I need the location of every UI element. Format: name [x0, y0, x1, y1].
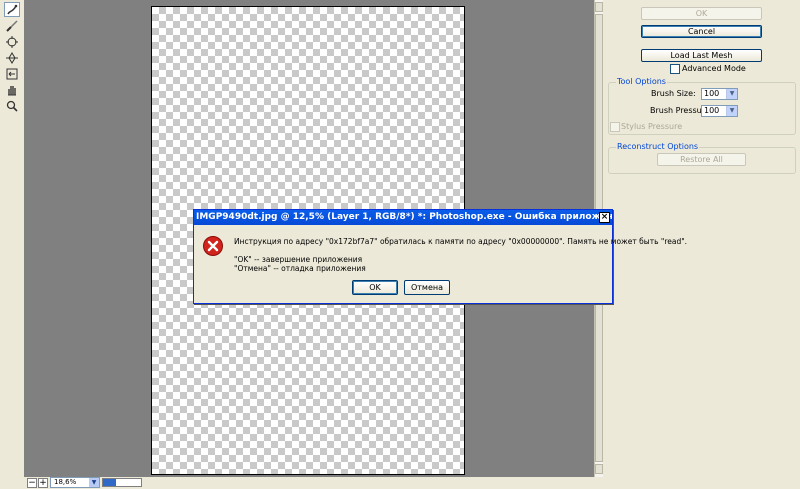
- chevron-down-icon: ▼: [89, 478, 99, 487]
- zoom-tool[interactable]: [4, 98, 20, 113]
- cancel-button[interactable]: Cancel: [641, 25, 762, 38]
- advanced-mode-checkbox[interactable]: [670, 64, 680, 74]
- error-icon: [203, 236, 223, 256]
- pucker-icon: [6, 35, 18, 48]
- tool-palette: [0, 0, 24, 489]
- brush-size-select[interactable]: 100 ▼: [701, 88, 738, 100]
- brush-pressure-select[interactable]: 100 ▼: [701, 105, 738, 117]
- reconstruct-options-title: Reconstruct Options: [616, 142, 700, 151]
- advanced-mode-label: Advanced Mode: [682, 64, 746, 73]
- zoom-in-button[interactable]: +: [38, 478, 48, 488]
- zoom-level-select[interactable]: 18,6% ▼: [50, 477, 100, 488]
- brush-size-value: 100: [704, 89, 720, 98]
- ok-button[interactable]: OK: [641, 7, 762, 20]
- forward-warp-tool[interactable]: [4, 2, 20, 17]
- hand-icon: [8, 85, 16, 95]
- brush-size-label: Brush Size:: [651, 89, 696, 98]
- dialog-ok-button[interactable]: OK: [352, 280, 398, 295]
- stylus-pressure-checkbox[interactable]: [610, 122, 620, 132]
- push-left-tool[interactable]: [4, 66, 20, 81]
- push-left-icon: [6, 68, 18, 79]
- progress-fill: [103, 479, 117, 486]
- dialog-cancel-button[interactable]: Отмена: [404, 280, 450, 295]
- chevron-down-icon: ▼: [726, 106, 737, 116]
- status-bar: − + 18,6% ▼: [24, 477, 604, 489]
- close-button[interactable]: ×: [599, 212, 610, 223]
- brush-pressure-value: 100: [704, 106, 720, 115]
- scroll-down-arrow[interactable]: [595, 464, 603, 474]
- restore-all-button[interactable]: Restore All: [657, 153, 746, 166]
- zoom-level-value: 18,6%: [54, 478, 77, 486]
- load-last-mesh-button[interactable]: Load Last Mesh: [641, 49, 762, 62]
- bloat-icon: [6, 51, 18, 64]
- zoom-out-button[interactable]: −: [27, 478, 37, 488]
- progress-bar: [102, 478, 142, 487]
- chevron-down-icon: ▼: [726, 89, 737, 99]
- bloat-tool[interactable]: [4, 50, 20, 65]
- brush-icon: [6, 19, 18, 32]
- pucker-tool[interactable]: [4, 34, 20, 49]
- close-icon: ×: [600, 212, 609, 222]
- reconstruct-tool[interactable]: [4, 18, 20, 33]
- tool-options-title: Tool Options: [616, 77, 667, 86]
- stylus-pressure-label: Stylus Pressure: [621, 122, 683, 131]
- cancel-hint: "Отмена" -- отладка приложения: [234, 264, 366, 273]
- hand-tool[interactable]: [4, 82, 20, 97]
- dialog-titlebar[interactable]: IMGP9490dt.jpg @ 12,5% (Layer 1, RGB/8*)…: [194, 210, 612, 225]
- application-error-dialog: IMGP9490dt.jpg @ 12,5% (Layer 1, RGB/8*)…: [193, 209, 687, 304]
- dialog-title: IMGP9490dt.jpg @ 12,5% (Layer 1, RGB/8*)…: [196, 212, 612, 222]
- ok-hint: "OK" -- завершение приложения: [234, 255, 363, 264]
- scroll-up-arrow[interactable]: [595, 2, 603, 12]
- magnifier-icon: [6, 100, 18, 112]
- error-message: Инструкция по адресу "0x172bf7a7" обрати…: [234, 237, 688, 246]
- forward-warp-icon: [7, 4, 18, 14]
